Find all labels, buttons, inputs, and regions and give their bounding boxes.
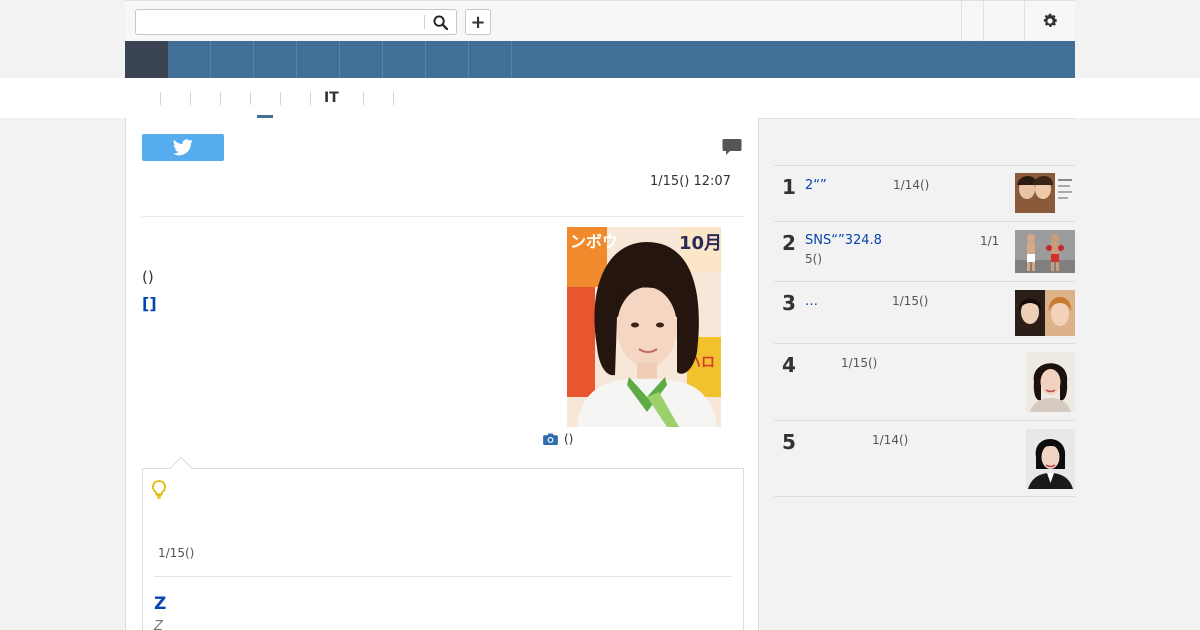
rank-date: 1/15()	[892, 294, 929, 308]
nav-item[interactable]	[254, 41, 297, 78]
photo-caption: ()	[543, 432, 573, 446]
subnav-separator	[160, 92, 161, 105]
nav-home[interactable]	[125, 41, 168, 78]
rank-number: 5	[782, 430, 796, 454]
main-nav	[125, 41, 1075, 78]
subnav-separator	[250, 92, 251, 105]
article-column: 1/15() 12:07 () [] ンボウ 10月 ハロ () 1/15() …	[125, 118, 759, 630]
nav-item[interactable]	[297, 41, 340, 78]
ranking-item-2[interactable]: 2 SNS“”324.8 1/1 5()	[774, 221, 1075, 281]
rank-thumbnail	[1015, 173, 1075, 213]
search-input[interactable]	[136, 10, 424, 34]
divider	[154, 576, 732, 577]
subnav-separator	[190, 92, 191, 105]
camera-icon	[543, 433, 558, 445]
rank-thumbnail	[1015, 290, 1075, 336]
sub-nav: IT	[125, 78, 1075, 119]
rank-date: 1/15()	[841, 356, 878, 370]
subnav-separator	[363, 92, 364, 105]
search-button[interactable]	[424, 10, 456, 34]
ranking-item-3[interactable]: 3 … 1/15()	[774, 281, 1075, 343]
rank-number: 4	[782, 353, 796, 377]
box-notch	[169, 456, 193, 480]
related-subtitle: Z	[154, 619, 163, 630]
article-link[interactable]: []	[142, 294, 157, 313]
rank-number: 3	[782, 291, 796, 315]
rank-thumbnail	[1026, 352, 1075, 412]
related-date: 1/15()	[158, 546, 195, 560]
nav-item[interactable]	[340, 41, 383, 78]
rank-date: 1/14()	[872, 433, 909, 447]
nav-item[interactable]	[211, 41, 254, 78]
add-button[interactable]: +	[465, 9, 491, 35]
ranking-sidebar: 1 2“” 1/14() 2 SNS“”324.8 1/1 5() 3 … 1/…	[774, 118, 1075, 630]
photo-sign-right: 10月	[679, 233, 721, 254]
nav-item[interactable]	[383, 41, 426, 78]
rank-thumbnail	[1015, 230, 1075, 273]
gear-icon	[1043, 13, 1058, 27]
top-bar: +	[125, 0, 1075, 41]
lightbulb-icon	[152, 480, 166, 503]
twitter-share-button[interactable]	[142, 134, 224, 161]
nav-item[interactable]	[168, 41, 211, 78]
topbar-divider	[983, 1, 984, 41]
nav-item[interactable]	[469, 41, 512, 78]
photo-caption-text: ()	[564, 432, 574, 446]
search-icon	[432, 14, 448, 30]
photo-sign-left: ンボウ	[570, 232, 618, 251]
rank-thumbnail	[1026, 429, 1075, 489]
rank-title: …	[805, 294, 818, 309]
rank-title: SNS“”324.8	[805, 233, 882, 248]
settings-button[interactable]	[1025, 1, 1075, 41]
subnav-separator	[310, 92, 311, 105]
rank-date-cont: 5()	[805, 252, 822, 266]
ranking-item-1[interactable]: 1 2“” 1/14()	[774, 165, 1075, 221]
subnav-separator	[220, 92, 221, 105]
subnav-separator	[280, 92, 281, 105]
subnav-separator	[393, 92, 394, 105]
related-title-link[interactable]: Z	[154, 594, 166, 614]
comment-icon[interactable]	[722, 138, 742, 160]
rank-number: 2	[782, 231, 796, 255]
search-box	[135, 9, 457, 35]
publish-date: 1/15() 12:07	[650, 174, 731, 189]
nav-item[interactable]	[426, 41, 469, 78]
ranking-item-5[interactable]: 5 1/14()	[774, 420, 1075, 497]
rank-number: 1	[782, 175, 796, 199]
article-photo[interactable]: ンボウ 10月 ハロ	[567, 227, 721, 427]
article-text: ()	[142, 268, 154, 286]
divider	[142, 216, 744, 217]
twitter-icon	[173, 139, 193, 156]
rank-date: 1/14()	[893, 178, 930, 192]
related-box: 1/15() Z Z	[142, 456, 744, 630]
topbar-divider	[961, 1, 962, 41]
ranking-item-4[interactable]: 4 1/15()	[774, 343, 1075, 420]
subnav-tab-it[interactable]: IT	[324, 90, 339, 106]
rank-title: 2“”	[805, 178, 827, 193]
rank-date: 1/1	[980, 234, 1000, 248]
